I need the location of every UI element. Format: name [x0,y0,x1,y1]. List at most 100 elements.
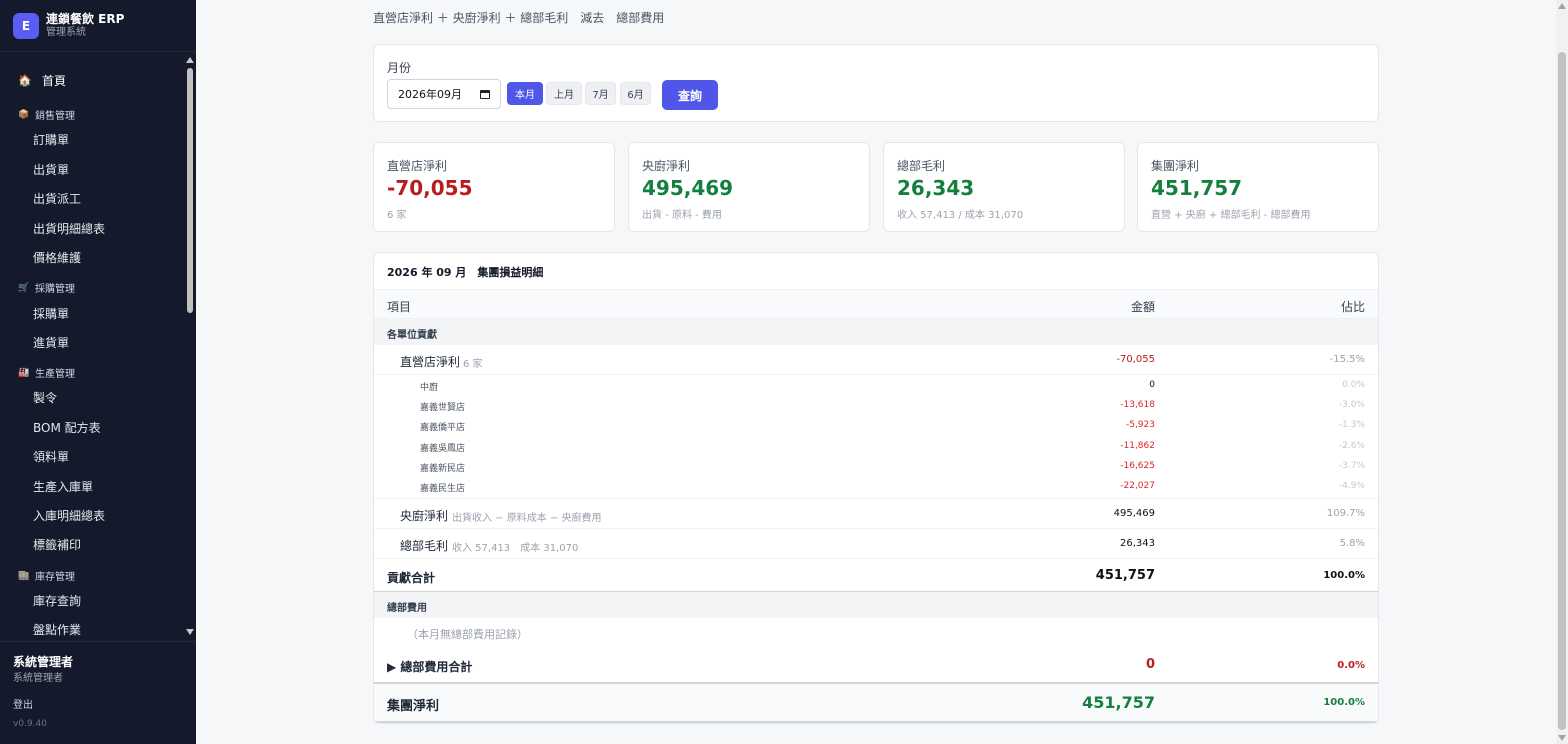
row-amount: 495,469 [1113,508,1155,519]
house-icon: 🏠 [18,74,32,87]
sidebar-scrollbar[interactable] [184,55,196,637]
stat-sub: 出貨 - 原料 - 費用 [642,210,722,221]
group-label: 總部費用 [387,603,427,614]
store-amount: -5,923 [1125,420,1155,430]
month-input[interactable]: 2026年09月 [387,79,501,109]
filter-card: 月份 2026年09月 本月 上月 7月 6月 查詢 [373,44,1379,122]
this-month-button[interactable]: 本月 [507,82,543,105]
sidebar-item-dispatch[interactable]: 出貨派工 [33,190,81,207]
stat-value: 26,343 [897,176,975,200]
store-name: 嘉義世賢店 [420,403,466,413]
scroll-up-icon[interactable] [1558,3,1566,9]
sidebar-item-production-receipt[interactable]: 生產入庫單 [33,478,93,495]
query-button[interactable]: 查詢 [662,80,718,110]
group-label: 各單位貢獻 [387,330,437,341]
stat-sub: 6 家 [387,210,407,221]
scroll-thumb[interactable] [187,68,193,313]
table-row-expense-total[interactable]: ▶ 總部費用合計 0 0.0% [374,650,1378,682]
page-scrollbar[interactable] [1556,0,1568,744]
sidebar-section-sales[interactable]: 📦 銷售管理 [18,107,75,123]
stat-label: 總部毛利 [897,159,946,173]
store-share: -3.0% [1338,400,1365,410]
table-row-empty: （本月無總部費用記錄） [374,618,1378,648]
store-amount: -16,625 [1120,461,1155,471]
last-month-button[interactable]: 上月 [546,82,582,105]
table-row-store: 嘉義僑平店 -5,923 -1.3% [374,417,1378,437]
row-note: 出貨收入 − 原料成本 − 央廚費用 [452,513,602,524]
table-row-store: 嘉義民生店 -22,027 -4.9% [374,478,1378,499]
sidebar-item-work-order[interactable]: 製令 [33,389,57,406]
stat-card-group: 集團淨利 451,757 直營 + 央廚 + 總部毛利 - 總部費用 [1137,142,1379,232]
warehouse-icon: 🏬 [18,570,30,581]
stat-value: 495,469 [642,176,734,200]
stat-value: 451,757 [1151,176,1243,200]
stat-sub: 直營 + 央廚 + 總部毛利 - 總部費用 [1151,210,1311,221]
table-row-group-total: 集團淨利 451,757 100.0% [374,682,1378,723]
stat-card-stores: 直營店淨利 -70,055 6 家 [373,142,615,232]
factory-icon: 🏭 [18,367,30,378]
stat-label: 集團淨利 [1151,159,1200,173]
formula-description: 直營店淨利 ＋ 央廚淨利 ＋ 總部毛利 減去 總部費用 [373,11,665,25]
month-input-value: 2026年09月 [398,88,462,101]
store-amount: -13,618 [1120,400,1155,410]
stat-sub: 收入 57,413 / 成本 31,070 [897,210,1024,221]
expand-expense-toggle[interactable]: ▶ 總部費用合計 [387,658,472,675]
scroll-down-icon[interactable] [186,629,194,635]
app-version: v0.9.40 [13,719,47,729]
row-share: 5.8% [1339,538,1365,549]
sidebar: E 連鎖餐飲 ERP 管理系統 🏠 首頁 📦 銷售管理 訂購單 出貨單 出貨派工… [0,0,196,744]
sidebar-item-bom[interactable]: BOM 配方表 [33,419,101,436]
cart-icon: 🛒 [18,282,30,293]
store-name: 中廚 [420,383,439,393]
store-amount: -11,862 [1120,441,1155,451]
row-amount: -70,055 [1116,354,1155,365]
scroll-thumb[interactable] [1558,52,1566,730]
row-amount: 26,343 [1120,538,1155,549]
sidebar-item-purchase-order[interactable]: 採購單 [33,305,69,322]
store-share: -4.9% [1338,481,1365,491]
sidebar-item-shipment-summary[interactable]: 出貨明細總表 [33,220,105,237]
group-header-hq-expense: 總部費用 [374,592,1378,618]
sidebar-section-label: 採購管理 [35,284,75,295]
store-name: 嘉義新民店 [420,464,466,474]
row-label: 集團淨利 [387,699,440,714]
row-amount: 451,757 [1095,568,1155,583]
sidebar-section-inventory[interactable]: 🏬 庫存管理 [18,568,75,584]
sidebar-item-pricing[interactable]: 價格維護 [33,249,81,266]
column-header-share: 佔比 [1340,300,1365,314]
sidebar-item-stocktake[interactable]: 盤點作業 [33,621,81,637]
row-share: 100.0% [1323,697,1365,708]
july-button[interactable]: 7月 [585,82,616,105]
table-title: 2026 年 09 月 集團損益明細 [387,266,544,279]
table-row-stores: 直營店淨利 6 家 -70,055 -15.5% [374,345,1378,375]
store-amount: -22,027 [1120,481,1155,491]
row-label: 貢獻合計 [387,571,436,585]
sidebar-item-label-reprint[interactable]: 標籤補印 [33,536,81,553]
store-name: 嘉義吳鳳店 [420,444,466,454]
row-label: 直營店淨利 [400,355,461,369]
user-name: 系統管理者 [13,655,74,669]
sidebar-nav: 🏠 首頁 📦 銷售管理 訂購單 出貨單 出貨派工 出貨明細總表 價格維護 🛒 採… [0,55,184,637]
scroll-down-icon[interactable] [1558,735,1566,741]
logout-link[interactable]: 登出 [13,696,33,711]
row-share: -15.5% [1329,354,1365,365]
brand-title: 連鎖餐飲 ERP [46,11,125,26]
calendar-icon[interactable] [480,90,490,99]
sidebar-item-material-issue[interactable]: 領料單 [33,448,69,465]
scroll-up-icon[interactable] [186,57,194,63]
store-name: 嘉義民生店 [420,484,466,494]
sidebar-item-receipt-summary[interactable]: 入庫明細總表 [33,507,105,524]
sidebar-item-receiving[interactable]: 進貨單 [33,334,69,351]
sidebar-item-order[interactable]: 訂購單 [33,131,69,148]
column-header-item: 項目 [387,300,412,314]
sidebar-section-label: 庫存管理 [35,572,75,583]
sidebar-section-purchasing[interactable]: 🛒 採購管理 [18,280,75,296]
june-button[interactable]: 6月 [620,82,651,105]
sidebar-item-stock-query[interactable]: 庫存查詢 [33,592,81,609]
sidebar-item-shipment[interactable]: 出貨單 [33,161,69,178]
sidebar-item-home[interactable]: 🏠 首頁 [18,72,66,89]
sidebar-section-production[interactable]: 🏭 生產管理 [18,365,75,381]
box-icon: 📦 [18,109,30,120]
row-share: 100.0% [1323,570,1365,581]
column-header-amount: 金額 [1130,300,1155,314]
